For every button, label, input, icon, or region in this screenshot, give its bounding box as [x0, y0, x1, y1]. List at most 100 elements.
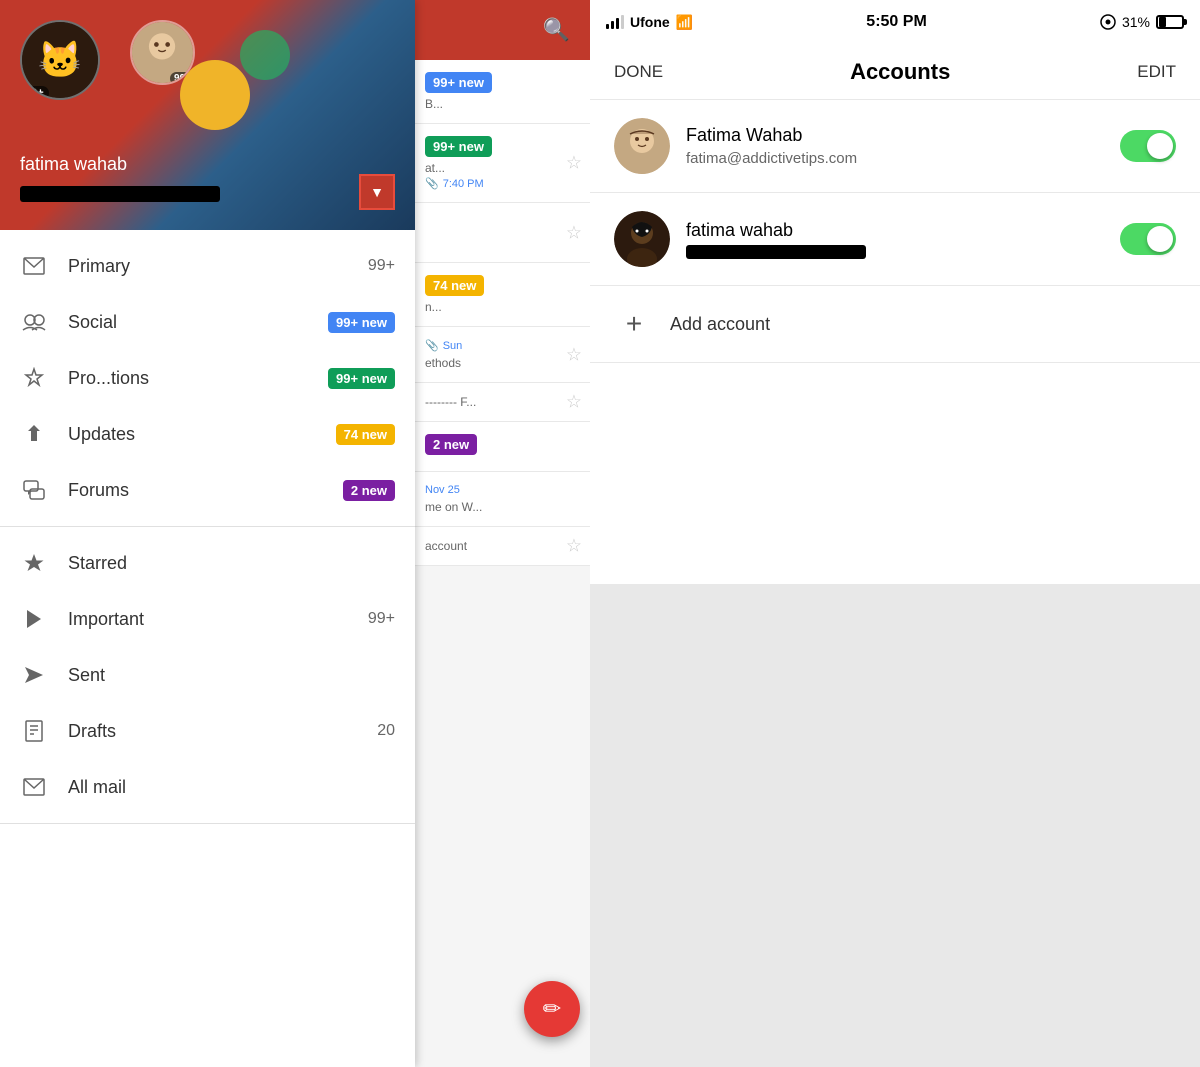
account-name-2: fatima wahab: [686, 220, 1104, 241]
status-bar-right: 31%: [1100, 14, 1184, 30]
sent-icon: [20, 661, 48, 689]
email-preview: me on W...: [425, 500, 580, 514]
email-item[interactable]: 99+ new B...: [415, 60, 590, 124]
account-toggle-1[interactable]: [1120, 130, 1176, 162]
compose-icon: ✏: [543, 996, 561, 1022]
signal-bar-3: [616, 18, 619, 29]
email-item[interactable]: 📎 Sun ethods ☆: [415, 327, 590, 383]
done-button[interactable]: DONE: [614, 62, 663, 82]
edit-button[interactable]: EDIT: [1137, 62, 1176, 82]
email-preview: B...: [425, 97, 580, 111]
sidebar-navigation: Primary 99+ Social 99+ new Pro...tio: [0, 230, 415, 1067]
allmail-icon: [20, 773, 48, 801]
sidebar-item-forums[interactable]: Forums 2 new: [0, 462, 415, 518]
status-time: 5:50 PM: [866, 13, 926, 31]
account-info-1: Fatima Wahab fatima@addictivetips.com: [686, 125, 1104, 167]
email-item[interactable]: account ☆: [415, 527, 590, 566]
email-badge: 2 new: [425, 434, 477, 455]
signal-bar-1: [606, 24, 609, 29]
forums-badge: 2 new: [343, 480, 395, 501]
signal-bar-2: [611, 21, 614, 29]
email-item[interactable]: 2 new: [415, 422, 590, 472]
avatar-main[interactable]: 🐱 99+: [20, 20, 100, 100]
promotions-badge: 99+ new: [328, 368, 395, 389]
star-icon[interactable]: ☆: [566, 222, 582, 243]
important-icon: [20, 605, 48, 633]
updates-label: Updates: [68, 424, 336, 445]
compose-button[interactable]: ✏: [524, 981, 580, 1037]
battery-fill: [1159, 17, 1166, 27]
forums-icon: [20, 476, 48, 504]
email-badge: 74 new: [425, 275, 484, 296]
status-bar-left: Ufone 📶: [606, 14, 693, 31]
sidebar-item-social[interactable]: Social 99+ new: [0, 294, 415, 350]
social-icon: [20, 308, 48, 336]
account-toggle-2[interactable]: [1120, 223, 1176, 255]
account-email-bar-2: [686, 245, 866, 259]
promotions-icon: [20, 364, 48, 392]
sidebar-item-sent[interactable]: Sent: [0, 647, 415, 703]
primary-label: Primary: [68, 256, 368, 277]
carrier-name: Ufone: [630, 14, 670, 30]
signal-bars: [606, 15, 624, 29]
search-icon[interactable]: 🔍: [543, 17, 570, 43]
accounts-header: DONE Accounts EDIT: [590, 44, 1200, 100]
email-preview: -------- F...: [425, 395, 580, 409]
wifi-icon: 📶: [676, 14, 693, 31]
right-panel: Ufone 📶 5:50 PM 31% DONE Accounts EDIT: [590, 0, 1200, 1067]
battery-icon: [1156, 15, 1184, 29]
email-item[interactable]: -------- F... ☆: [415, 383, 590, 422]
accounts-title: Accounts: [850, 59, 950, 85]
starred-icon: [20, 549, 48, 577]
email-item[interactable]: ☆: [415, 203, 590, 263]
email-item[interactable]: Nov 25 me on W...: [415, 472, 590, 527]
account-item-2[interactable]: fatima wahab: [590, 193, 1200, 286]
star-icon[interactable]: ☆: [566, 536, 582, 557]
avatar-secondary[interactable]: 99+: [130, 20, 195, 85]
sidebar-item-starred[interactable]: Starred: [0, 535, 415, 591]
sidebar-item-important[interactable]: Important 99+: [0, 591, 415, 647]
drafts-icon: [20, 717, 48, 745]
accounts-empty-area: [590, 584, 1200, 1067]
account-avatar-2: [614, 211, 670, 267]
accounts-list: Fatima Wahab fatima@addictivetips.com: [590, 100, 1200, 584]
star-icon[interactable]: ☆: [566, 392, 582, 413]
star-icon[interactable]: ☆: [566, 153, 582, 174]
sidebar-item-primary[interactable]: Primary 99+: [0, 238, 415, 294]
email-item[interactable]: 74 new n...: [415, 263, 590, 327]
star-icon[interactable]: ☆: [566, 344, 582, 365]
email-preview: ethods: [425, 356, 580, 370]
sidebar-item-updates[interactable]: Updates 74 new: [0, 406, 415, 462]
email-preview: at...: [425, 161, 580, 175]
sidebar-item-drafts[interactable]: Drafts 20: [0, 703, 415, 759]
battery-percent: 31%: [1122, 14, 1150, 30]
sidebar-item-allmail[interactable]: All mail: [0, 759, 415, 815]
starred-label: Starred: [68, 553, 395, 574]
location-icon: [1100, 14, 1116, 30]
email-list: 🔍 99+ new B... 99+ new at... 📎 7:40 PM ☆…: [415, 0, 590, 1067]
sidebar: 🐱 99+ 99+ fatima wahab: [0, 0, 415, 1067]
header-circle-yellow: [180, 60, 250, 130]
signal-bar-4: [621, 15, 624, 29]
account-email-1: fatima@addictivetips.com: [686, 150, 1104, 167]
left-panel: 🐱 99+ 99+ fatima wahab: [0, 0, 590, 1067]
forums-label: Forums: [68, 480, 343, 501]
email-preview: account: [425, 539, 580, 553]
account-avatar-1: [614, 118, 670, 174]
add-account-item[interactable]: + Add account: [590, 286, 1200, 363]
promotions-label: Pro...tions: [68, 368, 328, 389]
account-name-1: Fatima Wahab: [686, 125, 1104, 146]
email-item[interactable]: 99+ new at... 📎 7:40 PM ☆: [415, 124, 590, 203]
inbox-icon: [20, 252, 48, 280]
account-item-1[interactable]: Fatima Wahab fatima@addictivetips.com: [590, 100, 1200, 193]
email-badge: 99+ new: [425, 136, 492, 157]
sidebar-header: 🐱 99+ 99+ fatima wahab: [0, 0, 415, 230]
updates-badge: 74 new: [336, 424, 395, 445]
important-count: 99+: [368, 610, 395, 628]
sidebar-item-promotions[interactable]: Pro...tions 99+ new: [0, 350, 415, 406]
sent-label: Sent: [68, 665, 395, 686]
sidebar-user-email-bar: [20, 186, 220, 202]
add-icon: +: [614, 304, 654, 344]
status-bar: Ufone 📶 5:50 PM 31%: [590, 0, 1200, 44]
account-dropdown-button[interactable]: [359, 174, 395, 210]
